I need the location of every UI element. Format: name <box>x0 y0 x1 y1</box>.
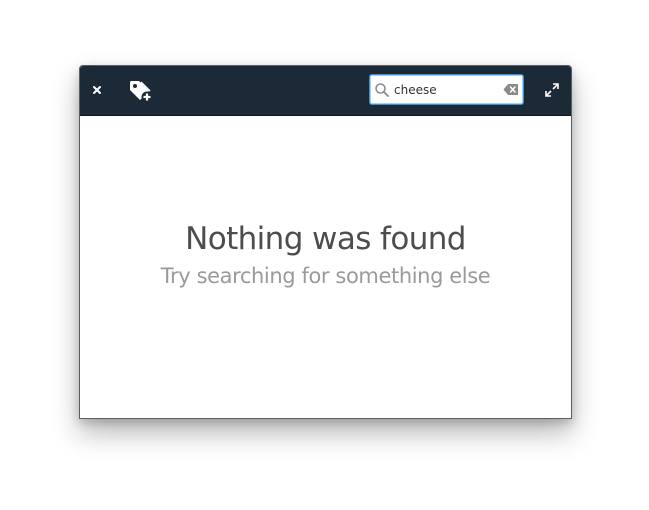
empty-state-subtitle: Try searching for something else <box>160 264 491 288</box>
app-window: Nothing was found Try searching for some… <box>79 65 572 419</box>
maximize-icon <box>545 83 559 97</box>
search-input[interactable] <box>394 80 498 99</box>
close-icon <box>93 86 101 94</box>
add-tag-button[interactable] <box>127 78 155 104</box>
search-box[interactable] <box>369 74 524 105</box>
clear-text-icon[interactable] <box>503 83 519 96</box>
content-area: Nothing was found Try searching for some… <box>80 116 571 418</box>
desktop: Nothing was found Try searching for some… <box>0 0 649 510</box>
tag-add-icon <box>130 81 153 103</box>
headerbar <box>80 66 571 116</box>
close-button[interactable] <box>88 81 106 99</box>
search-icon <box>375 83 389 97</box>
empty-state-title: Nothing was found <box>185 221 466 257</box>
maximize-button[interactable] <box>543 81 561 99</box>
